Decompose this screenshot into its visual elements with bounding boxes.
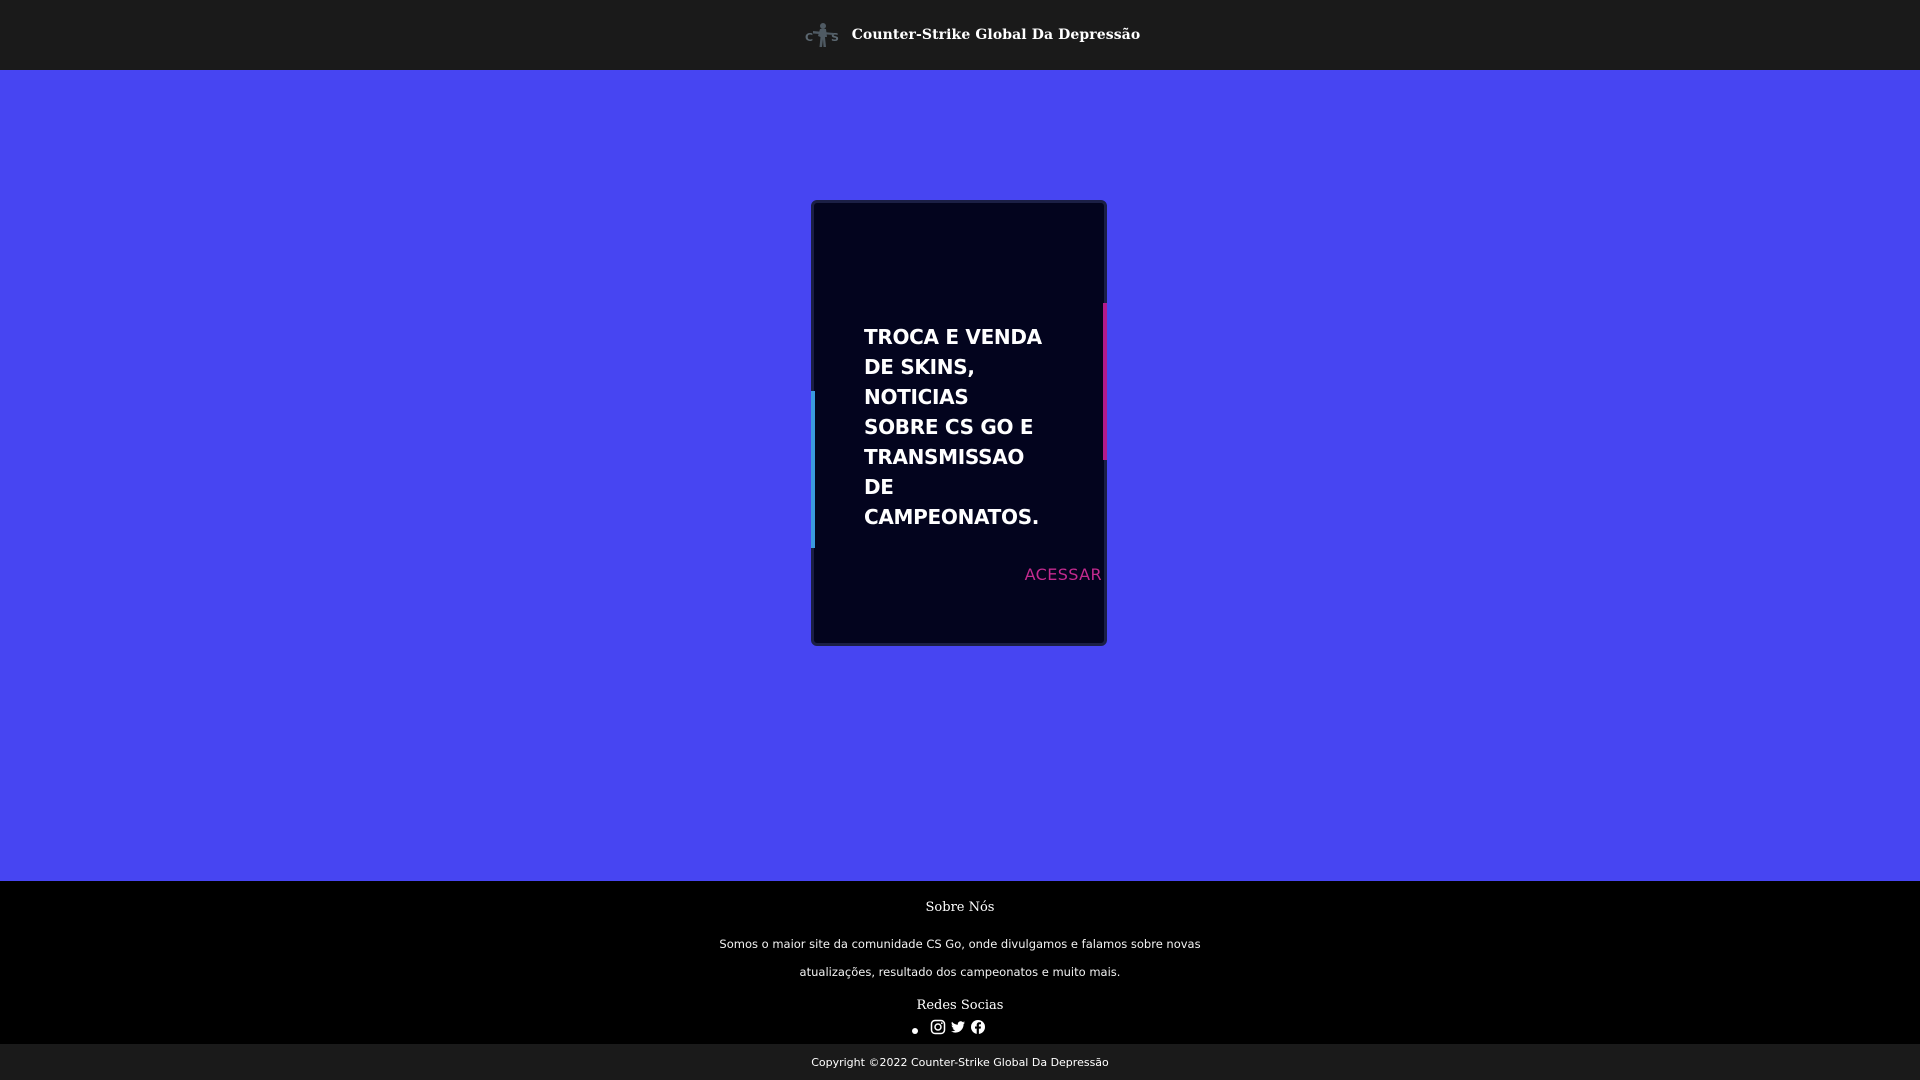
site-header: C S Counter-Strike Global Da Depressão: [0, 0, 1920, 70]
access-link[interactable]: ACESSAR: [1025, 565, 1102, 584]
card-accent-right: [1103, 303, 1107, 460]
facebook-icon[interactable]: [970, 1019, 986, 1035]
social-list: [912, 1019, 986, 1035]
main-content: TROCA E VENDA DE SKINS, NOTICIAS SOBRE C…: [0, 70, 1920, 881]
about-title: Sobre Nós: [925, 900, 995, 915]
copyright-bar: Copyright ©2022 Counter-Strike Global Da…: [0, 1044, 1920, 1080]
site-footer: Sobre Nós Somos o maior site da comunida…: [0, 881, 1920, 1044]
site-title: Counter-Strike Global Da Depressão: [851, 27, 1141, 43]
cs-soldier-logo-icon: C S: [805, 23, 839, 47]
about-text: Somos o maior site da comunidade CS Go, …: [719, 937, 1201, 979]
copyright-text: Copyright ©2022 Counter-Strike Global Da…: [811, 1055, 1109, 1069]
brand[interactable]: C S Counter-Strike Global Da Depressão: [804, 20, 1141, 50]
instagram-icon[interactable]: [930, 1019, 946, 1035]
list-bullet: [912, 1027, 918, 1034]
card-headline: TROCA E VENDA DE SKINS, NOTICIAS SOBRE C…: [864, 325, 1042, 529]
twitter-icon[interactable]: [950, 1019, 966, 1035]
card-accent-left: [811, 391, 815, 548]
social-title: Redes Socias: [916, 998, 1004, 1013]
svg-text:C: C: [805, 31, 813, 44]
feature-card: TROCA E VENDA DE SKINS, NOTICIAS SOBRE C…: [811, 200, 1107, 646]
